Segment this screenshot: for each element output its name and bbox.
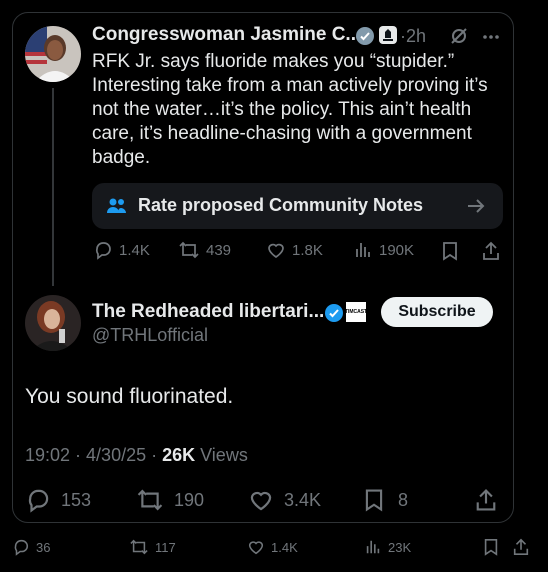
- community-notes-button[interactable]: Rate proposed Community Notes: [92, 183, 503, 229]
- reply-icon: [14, 539, 28, 556]
- views-button[interactable]: 190K: [353, 240, 414, 260]
- repost-button[interactable]: 190: [136, 487, 204, 513]
- bookmark-icon: [365, 489, 383, 512]
- author-name[interactable]: The Redheaded libertari...: [92, 301, 324, 323]
- author-handle[interactable]: @TRHLofficial: [92, 325, 208, 346]
- like-count: 1.4K: [271, 539, 298, 555]
- analytics-icon: [356, 243, 370, 257]
- bookmark-count: 8: [398, 489, 409, 510]
- author-name[interactable]: Congresswoman Jasmine C...: [92, 24, 361, 46]
- share-icon[interactable]: [481, 240, 501, 267]
- people-icon: [106, 196, 128, 221]
- community-notes-label: Rate proposed Community Notes: [138, 195, 424, 215]
- post-timestamp: 19:02 · 4/30/25 · 26K Views: [25, 445, 248, 466]
- views-count: 23K: [388, 539, 412, 555]
- views-total: 26K: [162, 445, 196, 465]
- reply-button[interactable]: 36: [12, 538, 50, 556]
- like-count: 3.4K: [284, 489, 322, 510]
- reply-count: 36: [36, 539, 51, 555]
- views-count: 190K: [379, 241, 415, 259]
- heart-icon: [248, 541, 264, 555]
- like-button[interactable]: 3.4K: [248, 487, 321, 513]
- like-button[interactable]: 1.8K: [266, 240, 323, 260]
- avatar[interactable]: [25, 295, 81, 351]
- repost-count: 117: [155, 539, 176, 555]
- repost-button[interactable]: 117: [129, 538, 176, 556]
- post-time[interactable]: ·2h: [400, 26, 426, 47]
- like-button[interactable]: 1.4K: [247, 538, 298, 556]
- bookmark-icon[interactable]: [482, 537, 500, 562]
- views-label: Views: [195, 445, 248, 465]
- repost-count: 439: [206, 241, 232, 259]
- timestamp-text: 19:02 · 4/30/25 ·: [25, 445, 163, 465]
- arrow-right-icon: [465, 195, 487, 222]
- verified-badge-icon: [355, 26, 375, 51]
- government-badge-icon: [378, 25, 398, 50]
- repost-button[interactable]: 439: [178, 240, 231, 260]
- subscribe-button[interactable]: Subscribe: [381, 297, 493, 327]
- reply-button[interactable]: 1.4K: [93, 240, 150, 260]
- reply-icon: [28, 489, 49, 513]
- grok-icon[interactable]: [449, 26, 469, 51]
- analytics-icon: [366, 540, 380, 554]
- verified-badge-icon: [324, 303, 344, 328]
- post-text: You sound fluorinated.: [25, 385, 234, 408]
- repost-icon: [137, 489, 163, 511]
- thread-line: [52, 88, 54, 286]
- bookmark-button[interactable]: 8: [362, 487, 408, 513]
- bookmark-icon[interactable]: [440, 240, 460, 267]
- reply-button[interactable]: 153: [25, 487, 91, 513]
- like-count: 1.8K: [292, 241, 323, 259]
- post-text: RFK Jr. says fluoride makes you “stupide…: [92, 51, 488, 168]
- views-button[interactable]: 23K: [364, 538, 411, 556]
- repost-icon: [179, 241, 199, 259]
- avatar[interactable]: [25, 26, 81, 82]
- reply-count: 1.4K: [119, 241, 150, 259]
- heart-icon: [250, 491, 272, 511]
- time-text: 2h: [406, 26, 427, 46]
- heart-icon: [268, 243, 284, 259]
- more-options-icon[interactable]: [481, 27, 501, 52]
- reply-count: 153: [61, 489, 92, 510]
- reply-icon: [95, 242, 111, 260]
- share-icon[interactable]: [474, 487, 498, 518]
- repost-icon: [130, 539, 148, 555]
- repost-count: 190: [174, 489, 205, 510]
- affiliate-badge: TIMCAST: [345, 302, 367, 322]
- share-icon[interactable]: [512, 537, 530, 562]
